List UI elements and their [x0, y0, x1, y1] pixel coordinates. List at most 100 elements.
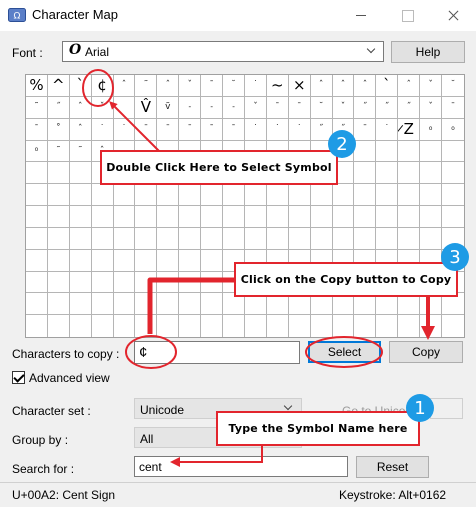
grid-cell[interactable]: ˇ — [420, 75, 443, 97]
grid-cell[interactable]: ` — [69, 75, 92, 97]
grid-cell[interactable] — [113, 96, 136, 119]
grid-cell[interactable]: ˙ — [113, 118, 136, 141]
grid-cell[interactable] — [201, 315, 224, 337]
grid-cell[interactable] — [288, 227, 311, 250]
grid-cell[interactable] — [26, 271, 48, 294]
grid-cell[interactable] — [398, 315, 421, 337]
grid-cell[interactable] — [26, 162, 48, 185]
grid-cell[interactable]: ˇ — [91, 96, 114, 119]
grid-cell[interactable] — [179, 249, 202, 272]
grid-cell[interactable] — [420, 140, 443, 163]
characters-to-copy-input[interactable]: ¢ — [134, 341, 300, 364]
grid-cell[interactable]: ˗ — [223, 96, 245, 119]
grid-cell[interactable]: ˉ — [26, 118, 48, 141]
grid-cell[interactable] — [26, 293, 48, 316]
grid-cell[interactable] — [113, 206, 136, 228]
grid-cell[interactable] — [223, 227, 245, 250]
grid-cell[interactable] — [91, 184, 114, 206]
grid-cell[interactable]: ˆ — [310, 75, 333, 97]
grid-cell[interactable] — [26, 315, 48, 337]
grid-cell[interactable]: ˙ — [266, 118, 289, 141]
grid-cell[interactable] — [442, 315, 464, 337]
grid-cell[interactable]: ˇ — [332, 96, 355, 119]
grid-cell[interactable]: ˜ — [47, 140, 70, 163]
grid-cell[interactable] — [310, 184, 333, 206]
help-button[interactable]: Help — [391, 41, 465, 63]
grid-cell[interactable] — [179, 227, 202, 250]
grid-cell[interactable] — [288, 206, 311, 228]
grid-cell[interactable] — [47, 162, 70, 185]
grid-cell[interactable] — [354, 206, 377, 228]
grid-cell[interactable]: ˙ — [91, 118, 114, 141]
grid-cell[interactable] — [69, 162, 92, 185]
grid-cell[interactable] — [91, 293, 114, 316]
grid-cell[interactable]: ͦ — [26, 140, 48, 163]
grid-cell[interactable]: ˉ — [266, 96, 289, 119]
grid-cell[interactable]: ˜ — [135, 75, 158, 97]
grid-cell[interactable]: ṽ — [157, 96, 180, 119]
grid-cell[interactable]: ˝ — [376, 96, 399, 119]
grid-cell[interactable] — [201, 184, 224, 206]
grid-cell[interactable] — [398, 227, 421, 250]
grid-cell[interactable] — [244, 184, 267, 206]
grid-cell[interactable]: ˉ — [442, 97, 464, 119]
grid-cell[interactable] — [135, 249, 158, 272]
grid-cell[interactable] — [157, 293, 180, 316]
grid-cell[interactable] — [376, 315, 399, 337]
grid-cell[interactable] — [244, 227, 267, 250]
grid-cell[interactable] — [420, 315, 443, 337]
grid-cell[interactable]: ˆ — [113, 75, 136, 97]
grid-cell[interactable]: ˘ — [310, 96, 333, 119]
grid-cell[interactable] — [91, 271, 114, 294]
copy-button[interactable]: Copy — [389, 341, 463, 363]
grid-cell[interactable]: ˗ — [179, 96, 202, 119]
grid-cell[interactable]: V̂ — [135, 96, 158, 119]
grid-cell[interactable] — [289, 315, 311, 337]
grid-cell[interactable]: ˆ — [157, 75, 180, 97]
grid-cell[interactable]: × — [288, 75, 311, 97]
grid-cell[interactable]: ` — [376, 75, 399, 97]
grid-cell[interactable] — [311, 315, 333, 337]
close-button[interactable] — [430, 0, 476, 31]
grid-cell[interactable] — [179, 271, 202, 294]
grid-cell[interactable]: ˆ — [69, 96, 92, 119]
grid-cell[interactable] — [354, 315, 377, 337]
grid-cell[interactable] — [113, 271, 136, 294]
grid-cell[interactable] — [113, 184, 136, 206]
grid-cell[interactable]: ˉ — [157, 118, 180, 141]
grid-cell[interactable] — [420, 227, 443, 250]
grid-cell[interactable] — [398, 140, 421, 163]
grid-cell[interactable]: ˉ — [354, 118, 377, 141]
grid-cell[interactable] — [201, 227, 224, 250]
grid-cell[interactable] — [201, 206, 224, 228]
grid-cell[interactable]: % — [26, 75, 48, 97]
grid-cell[interactable] — [47, 249, 70, 272]
grid-cell[interactable] — [267, 315, 289, 337]
grid-cell[interactable]: ˙ — [244, 118, 267, 141]
grid-cell[interactable] — [47, 293, 70, 316]
grid-cell[interactable] — [157, 271, 180, 294]
grid-cell[interactable] — [113, 227, 136, 250]
grid-cell[interactable] — [201, 249, 224, 272]
select-button[interactable]: Select — [308, 341, 381, 363]
grid-cell[interactable]: ^ — [47, 75, 70, 97]
grid-cell[interactable] — [332, 206, 355, 228]
grid-cell[interactable] — [442, 141, 464, 163]
grid-cell[interactable] — [266, 227, 289, 250]
grid-cell[interactable] — [442, 162, 464, 185]
grid-cell[interactable] — [266, 184, 289, 206]
grid-cell[interactable] — [135, 184, 158, 206]
grid-cell[interactable] — [47, 227, 70, 250]
grid-cell[interactable]: ͦ — [442, 119, 464, 141]
grid-cell[interactable]: ˆ — [69, 118, 92, 141]
grid-cell[interactable] — [26, 206, 48, 228]
grid-cell[interactable] — [157, 249, 180, 272]
grid-cell[interactable] — [179, 293, 202, 316]
grid-cell[interactable] — [332, 227, 355, 250]
grid-cell[interactable] — [442, 206, 464, 228]
grid-cell[interactable] — [47, 271, 70, 294]
grid-cell[interactable]: ˉ — [223, 118, 245, 141]
grid-cell[interactable]: ˚ — [47, 118, 70, 141]
grid-cell[interactable] — [91, 249, 114, 272]
grid-cell[interactable] — [113, 293, 136, 316]
